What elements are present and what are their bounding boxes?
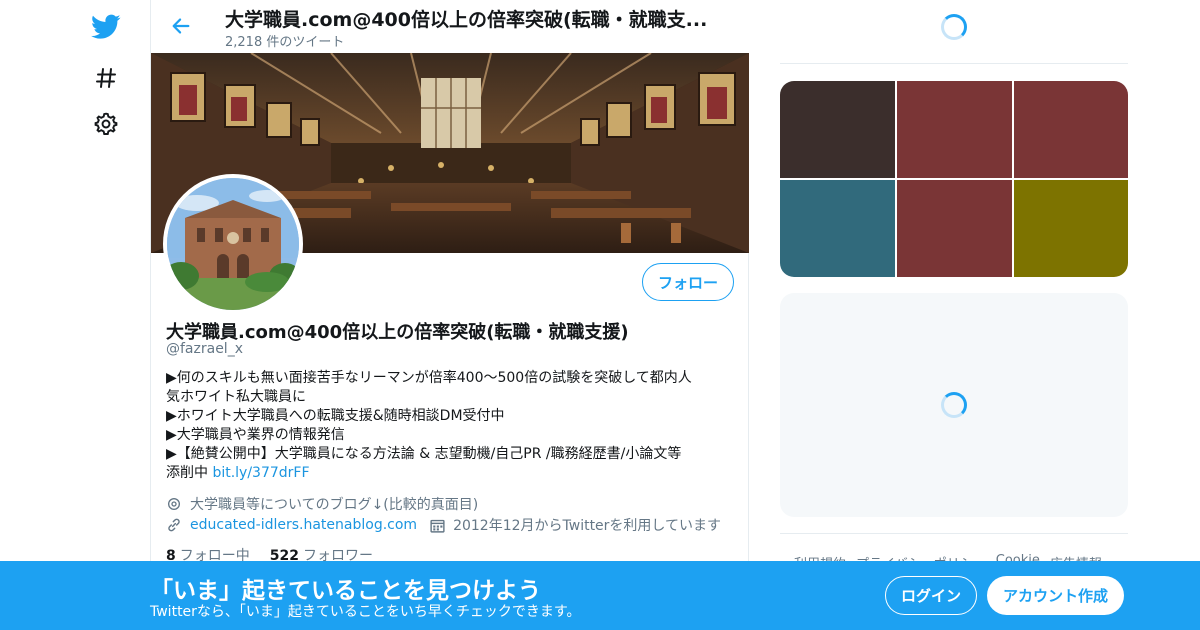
joined-date: 2012年12月からTwitterを利用しています — [453, 518, 722, 534]
link-icon — [166, 516, 184, 534]
back-button[interactable] — [167, 10, 195, 42]
media-thumbnail[interactable] — [1014, 180, 1128, 277]
explore-link[interactable] — [88, 60, 124, 96]
profile-location: 大学職員等についてのブログ↓(比較的真面目) — [166, 494, 478, 514]
profile-avatar[interactable] — [163, 174, 303, 314]
loading-spinner — [941, 14, 967, 40]
bio-line: ▶ホワイト大学職員への転職支援&随時相談DM受付中 — [166, 408, 505, 424]
signup-banner-title: 「いま」起きていることを見つけよう — [150, 578, 541, 604]
website-link[interactable]: educated-idlers.hatenablog.com — [190, 517, 417, 533]
divider — [780, 63, 1128, 64]
profile-handle: @fazrael_x — [166, 341, 243, 357]
bio-last-text: 添削中 — [166, 465, 213, 481]
follow-button[interactable]: フォロー — [642, 263, 734, 301]
header-title: 大学職員.com@400倍以上の倍率突破(転職・就職支... — [225, 9, 708, 31]
back-arrow-icon — [172, 18, 190, 34]
location-text: 大学職員等についてのブログ↓(比較的真面目) — [190, 497, 479, 513]
media-thumbnail[interactable] — [897, 180, 1012, 277]
media-thumbnail[interactable] — [780, 180, 895, 277]
profile-bio: ▶何のスキルも無い面接苦手なリーマンが倍率400～500倍の試験を突破して都内人… — [166, 369, 731, 483]
media-grid — [780, 81, 1128, 277]
bio-line: ▶何のスキルも無い面接苦手なリーマンが倍率400～500倍の試験を突破して都内人 — [166, 370, 692, 386]
profile-column: 大学職員.com@400倍以上の倍率突破(転職・就職支... 2,218 件のツ… — [150, 0, 749, 630]
loading-spinner — [941, 392, 967, 418]
twitter-profile-page: 大学職員.com@400倍以上の倍率突破(転職・就職支... 2,218 件のツ… — [0, 0, 1200, 630]
calendar-icon — [429, 516, 447, 534]
signup-banner: 「いま」起きていることを見つけよう Twitterなら、「いま」起きていることを… — [0, 561, 1200, 630]
bio-line: ▶大学職員や業界の情報発信 — [166, 427, 345, 443]
settings-link[interactable] — [88, 106, 124, 142]
media-thumbnail[interactable] — [897, 81, 1012, 178]
media-thumbnail[interactable] — [780, 81, 895, 178]
signup-banner-subtitle: Twitterなら、「いま」起きていることをいち早くチェックできます。 — [150, 604, 581, 620]
bio-line-last: 添削中 bit.ly/377drFF — [166, 464, 731, 483]
bio-line: 気ホワイト私大職員に — [166, 389, 306, 405]
bio-link[interactable]: bit.ly/377drFF — [212, 465, 309, 481]
tweet-count: 2,218 件のツイート — [225, 35, 345, 50]
hashtag-icon — [96, 68, 116, 88]
login-button[interactable]: ログイン — [885, 576, 977, 615]
profile-meta-row: educated-idlers.hatenablog.com 2012年12月か… — [166, 515, 721, 535]
twitter-home-link[interactable] — [88, 9, 124, 45]
bio-line: ▶【絶賛公開中】大学職員になる方法論 & 志望動機/自己PR /職務経歴書/小論… — [166, 446, 682, 462]
media-thumbnail[interactable] — [1014, 81, 1128, 178]
twitter-bird-icon — [91, 14, 121, 39]
settings-gear-icon — [94, 112, 118, 135]
signup-button[interactable]: アカウント作成 — [987, 576, 1124, 615]
trends-panel — [780, 293, 1128, 517]
divider — [780, 533, 1128, 534]
profile-header-bar: 大学職員.com@400倍以上の倍率突破(転職・就職支... 2,218 件のツ… — [151, 0, 749, 53]
location-pin-icon — [166, 495, 184, 513]
